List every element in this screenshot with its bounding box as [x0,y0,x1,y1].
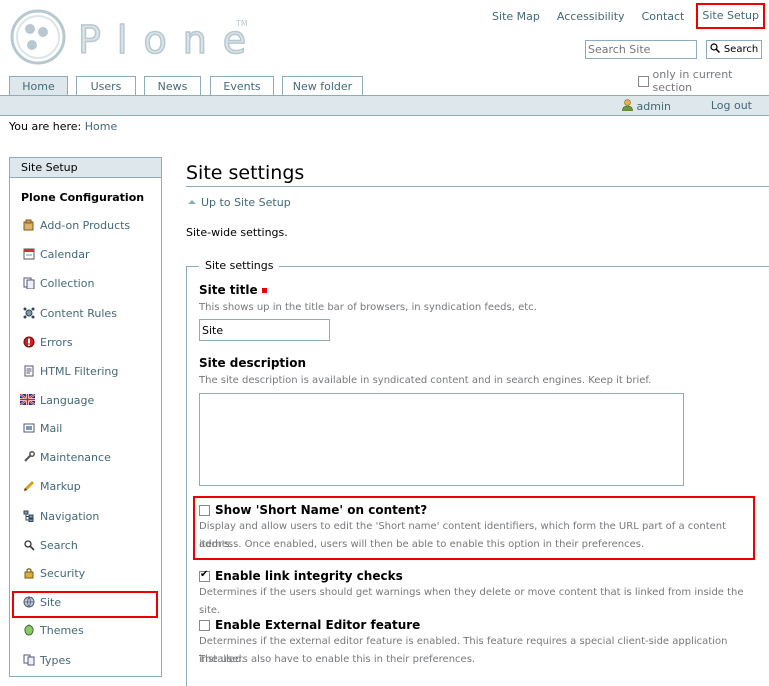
short-name-checkbox[interactable] [199,504,210,516]
tab-home[interactable]: Home [9,76,68,95]
lock-icon [23,567,35,579]
config-mail[interactable]: Mail [23,420,62,436]
language-flag-icon [19,393,36,406]
tab-users[interactable]: Users [76,76,136,95]
up-to-site-setup-link[interactable]: Up to Site Setup [188,196,291,209]
logo-tm: TM [235,19,248,28]
config-html-filtering[interactable]: HTML Filtering [23,363,118,379]
product-icon [23,219,35,231]
search-button[interactable]: Search [706,40,762,59]
external-editor-checkbox[interactable] [199,619,210,631]
link-integrity-help: Determines if the users should get warni… [199,587,744,616]
tab-events[interactable]: Events [210,76,274,95]
plone-logo[interactable]: Plone TM [10,8,250,68]
site-highlight-box [12,591,158,618]
config-security[interactable]: Security [23,565,85,581]
logo-text: Plone [78,18,250,62]
site-title-label: Site title [199,283,267,297]
external-editor-option[interactable]: Enable External Editor feature [199,618,420,632]
global-tabs: Home Users News Events New folder [0,76,769,96]
collection-icon [23,277,35,290]
accessibility-link[interactable]: Accessibility [554,10,628,23]
short-name-help-line2: address. Once enabled, users will then b… [199,539,645,550]
content-rules-icon [23,307,35,319]
navigation-icon [23,510,35,522]
user-name: admin [636,100,671,113]
search-button-label: Search [723,44,759,55]
breadcrumb-prefix: You are here: [9,120,82,133]
contact-link[interactable]: Contact [639,10,688,23]
required-icon [261,288,267,293]
config-types[interactable]: Types [23,652,71,668]
site-description-textarea[interactable] [199,393,684,486]
config-content-rules[interactable]: Content Rules [23,305,117,321]
portlet-subheader: Plone Configuration [21,191,145,204]
site-title-input[interactable]: Site [199,319,330,341]
errors-icon [23,336,35,348]
tab-news[interactable]: News [144,76,201,95]
tab-new-folder[interactable]: New folder [282,76,363,95]
external-editor-help-line2: The users also have to enable this in th… [199,654,476,665]
config-calendar[interactable]: Calendar [23,246,89,262]
user-icon [621,99,633,114]
config-themes[interactable]: Themes [23,622,84,638]
link-integrity-option[interactable]: Enable link integrity checks [199,569,403,583]
site-title-help: This shows up in the title bar of browse… [199,302,537,313]
logout-link[interactable]: Log out [711,99,752,112]
title-rule [186,186,769,187]
external-editor-label: Enable External Editor feature [215,618,421,632]
pencil-icon [23,480,35,492]
search-icon [23,539,35,551]
config-maintenance[interactable]: Maintenance [23,449,111,465]
config-search[interactable]: Search [23,537,78,553]
arrow-up-icon [188,196,196,209]
site-actions: Site Map Accessibility Contact Site Setu… [478,3,765,29]
config-collection[interactable]: Collection [23,275,94,291]
short-name-option[interactable]: Show 'Short Name' on content? [199,503,427,517]
config-markup[interactable]: Markup [23,478,81,494]
search-icon [710,43,720,56]
themes-icon [23,624,35,636]
link-integrity-checkbox[interactable] [199,569,210,582]
site-description-label: Site description [199,356,307,370]
calendar-icon [23,248,35,260]
breadcrumb-home[interactable]: Home [85,120,117,133]
config-language[interactable]: Language [19,392,94,408]
site-description-help: The site description is available in syn… [199,375,652,386]
page-title: Site settings [186,162,305,184]
short-name-label: Show 'Short Name' on content? [215,503,428,517]
search-input[interactable] [585,40,697,59]
config-add-on-products[interactable]: Add-on Products [23,217,130,233]
fieldset-legend: Site settings [199,259,280,272]
mail-icon [23,422,35,434]
user-link[interactable]: admin [621,99,671,114]
types-icon [23,654,35,666]
config-navigation[interactable]: Navigation [23,508,99,524]
config-errors[interactable]: Errors [23,334,73,350]
portlet-header[interactable]: Site Setup [10,158,161,178]
html-filtering-icon [23,365,35,377]
site-map-link[interactable]: Site Map [489,10,543,23]
page-description: Site-wide settings. [186,226,288,239]
link-integrity-label: Enable link integrity checks [215,569,403,583]
breadcrumb: You are here: Home [9,120,117,133]
wrench-icon [23,451,35,463]
site-setup-link[interactable]: Site Setup [696,3,765,29]
